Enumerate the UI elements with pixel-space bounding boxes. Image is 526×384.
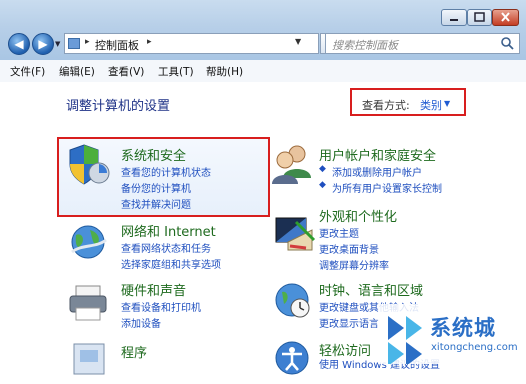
users-icon[interactable] bbox=[270, 142, 316, 188]
link-troubleshoot[interactable]: 查找并解决问题 bbox=[121, 196, 191, 211]
close-icon bbox=[501, 12, 510, 22]
link-backup-computer[interactable]: 备份您的计算机 bbox=[121, 180, 191, 195]
link-parental-controls[interactable]: 为所有用户设置家长控制 bbox=[332, 180, 442, 195]
arrow-left-icon: ◀ bbox=[14, 37, 24, 51]
category-appearance[interactable]: 外观和个性化 bbox=[319, 206, 397, 225]
link-add-device[interactable]: 添加设备 bbox=[121, 315, 161, 330]
shield-icon[interactable] bbox=[66, 142, 112, 188]
breadcrumb-separator[interactable]: ▸ bbox=[147, 37, 152, 47]
minimize-icon bbox=[450, 19, 458, 21]
link-change-theme[interactable]: 更改主题 bbox=[319, 225, 359, 240]
menu-file[interactable]: 文件(F) bbox=[10, 64, 45, 79]
back-button[interactable]: ◀ bbox=[8, 33, 30, 55]
link-devices-printers[interactable]: 查看设备和打印机 bbox=[121, 299, 201, 314]
view-by-label: 查看方式: bbox=[362, 99, 410, 112]
maximize-icon bbox=[474, 12, 485, 22]
category-network[interactable]: 网络和 Internet bbox=[121, 221, 216, 240]
link-display-language[interactable]: 更改显示语言 bbox=[319, 315, 379, 330]
watermark-url: xitongcheng.com bbox=[431, 342, 518, 353]
menu-view[interactable]: 查看(V) bbox=[108, 64, 144, 79]
view-by-dropdown[interactable]: 类别 bbox=[420, 97, 442, 113]
programs-icon[interactable] bbox=[66, 338, 112, 384]
link-homegroup[interactable]: 选择家庭组和共享选项 bbox=[121, 256, 221, 271]
menu-tools[interactable]: 工具(T) bbox=[158, 64, 194, 79]
menu-edit[interactable]: 编辑(E) bbox=[59, 64, 95, 79]
category-hardware[interactable]: 硬件和声音 bbox=[121, 280, 186, 299]
search-icon[interactable] bbox=[500, 36, 514, 53]
globe-network-icon[interactable] bbox=[66, 220, 112, 266]
appearance-icon[interactable] bbox=[270, 210, 316, 256]
link-view-computer-status[interactable]: 查看您的计算机状态 bbox=[121, 164, 211, 179]
arrow-right-icon: ▶ bbox=[38, 37, 48, 51]
maximize-button[interactable] bbox=[467, 9, 492, 26]
category-user-accounts[interactable]: 用户帐户和家庭安全 bbox=[319, 145, 436, 164]
page-title: 调整计算机的设置 bbox=[66, 99, 171, 114]
breadcrumb-separator[interactable]: ▸ bbox=[85, 37, 90, 47]
chevron-down-icon[interactable]: ▼ bbox=[444, 99, 450, 108]
category-system-security[interactable]: 系统和安全 bbox=[121, 145, 186, 164]
chevron-down-icon[interactable]: ▼ bbox=[295, 37, 301, 46]
link-network-status[interactable]: 查看网络状态和任务 bbox=[121, 240, 211, 255]
control-panel-icon bbox=[68, 38, 80, 49]
printer-icon[interactable] bbox=[66, 280, 112, 326]
minimize-button[interactable] bbox=[441, 9, 467, 26]
menu-bar: 文件(F) 编辑(E) 查看(V) 工具(T) 帮助(H) bbox=[0, 60, 526, 83]
ease-of-access-icon[interactable] bbox=[270, 336, 316, 382]
link-screen-resolution[interactable]: 调整屏幕分辨率 bbox=[319, 257, 389, 272]
category-programs[interactable]: 程序 bbox=[121, 342, 147, 361]
link-add-remove-users[interactable]: 添加或删除用户帐户 bbox=[332, 164, 422, 179]
shield-icon: ◆ bbox=[319, 164, 326, 174]
link-change-background[interactable]: 更改桌面背景 bbox=[319, 241, 379, 256]
clock-globe-icon[interactable] bbox=[270, 278, 316, 324]
shield-icon: ◆ bbox=[319, 180, 326, 190]
search-box[interactable]: 搜索控制面板 bbox=[325, 33, 520, 54]
category-clock-language[interactable]: 时钟、语言和区域 bbox=[319, 280, 423, 299]
breadcrumb-control-panel[interactable]: 控制面板 bbox=[95, 37, 139, 53]
watermark-text: 系统城 bbox=[430, 316, 496, 340]
close-button[interactable] bbox=[492, 9, 519, 26]
forward-button[interactable]: ▶ bbox=[32, 33, 54, 55]
search-placeholder[interactable]: 搜索控制面板 bbox=[332, 37, 398, 53]
address-bar[interactable]: ▸ 控制面板 ▸ ▼ bbox=[64, 33, 319, 54]
history-dropdown-icon[interactable]: ▼ bbox=[55, 40, 60, 48]
menu-help[interactable]: 帮助(H) bbox=[206, 64, 243, 79]
